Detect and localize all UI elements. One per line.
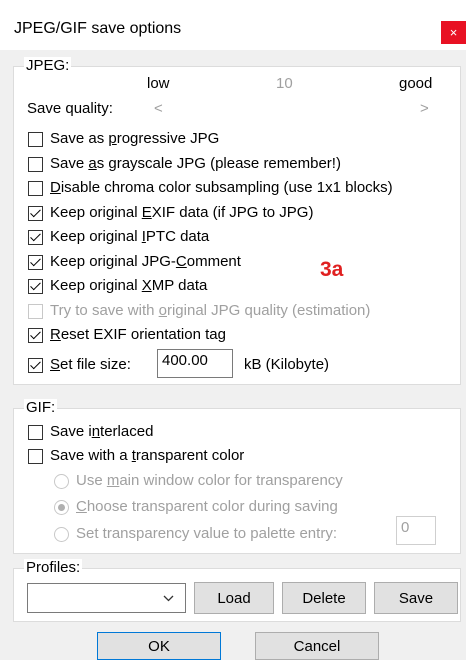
disable-chroma-checkbox[interactable]	[28, 181, 43, 196]
reset-exif-orientation-checkbox[interactable]	[28, 328, 43, 343]
jpeg-group-label: JPEG:	[24, 57, 72, 74]
quality-slider[interactable]: < >	[152, 98, 438, 120]
quality-good-label: good	[399, 75, 433, 92]
radio-choose-during-saving-label: Choose transparent color during saving	[76, 498, 338, 515]
save-interlaced-label: Save interlaced	[50, 423, 154, 440]
radio-main-window-color-label: Use main window color for transparency	[76, 472, 343, 489]
keep-comment-checkbox[interactable]	[28, 255, 43, 270]
save-transparent-checkbox[interactable]	[28, 449, 43, 464]
close-button[interactable]: ×	[441, 21, 466, 44]
chevron-down-icon	[163, 595, 174, 602]
keep-xmp-label: Keep original XMP data	[50, 277, 208, 294]
slider-right-arrow-icon[interactable]: >	[420, 100, 429, 117]
profile-select[interactable]	[27, 583, 186, 613]
profiles-group-label: Profiles:	[24, 559, 83, 576]
keep-iptc-checkbox[interactable]	[28, 230, 43, 245]
close-icon: ×	[449, 25, 458, 40]
cancel-button[interactable]: Cancel	[255, 632, 379, 660]
save-quality-label: Save quality:	[27, 100, 113, 117]
delete-profile-button[interactable]: Delete	[282, 582, 366, 614]
progressive-label: Save as progressive JPG	[50, 130, 220, 147]
keep-exif-checkbox[interactable]	[28, 206, 43, 221]
palette-entry-input[interactable]: 0	[396, 516, 436, 545]
radio-palette-entry[interactable]	[54, 527, 69, 542]
set-file-size-label: Set file size:	[50, 356, 131, 373]
set-file-size-checkbox[interactable]	[28, 358, 43, 373]
keep-iptc-label: Keep original IPTC data	[50, 228, 210, 245]
quality-value: 10	[276, 75, 293, 92]
radio-main-window-color[interactable]	[54, 474, 69, 489]
save-profile-button[interactable]: Save	[374, 582, 458, 614]
quality-low-label: low	[147, 75, 170, 92]
original-quality-checkbox[interactable]	[28, 304, 43, 319]
radio-choose-during-saving[interactable]	[54, 500, 69, 515]
title-bar: JPEG/GIF save options ×	[0, 0, 466, 50]
window-title: JPEG/GIF save options	[14, 20, 182, 37]
reset-exif-orientation-label: Reset EXIF orientation tag	[50, 326, 226, 343]
ok-button[interactable]: OK	[97, 632, 221, 660]
keep-comment-label: Keep original JPG-Comment	[50, 253, 241, 270]
keep-exif-label: Keep original EXIF data (if JPG to JPG)	[50, 204, 314, 221]
gif-group-label: GIF:	[24, 399, 58, 416]
annotation-label: 3a	[320, 258, 344, 281]
slider-left-arrow-icon[interactable]: <	[154, 100, 163, 117]
file-size-input[interactable]: 400.00	[157, 349, 233, 378]
load-profile-button[interactable]: Load	[194, 582, 274, 614]
disable-chroma-label: Disable chroma color subsampling (use 1x…	[50, 179, 393, 196]
keep-xmp-checkbox[interactable]	[28, 279, 43, 294]
save-interlaced-checkbox[interactable]	[28, 425, 43, 440]
radio-palette-entry-label: Set transparency value to palette entry:	[76, 525, 337, 542]
original-quality-label: Try to save with original JPG quality (e…	[50, 302, 371, 319]
grayscale-checkbox[interactable]	[28, 157, 43, 172]
file-size-unit: kB (Kilobyte)	[244, 356, 330, 373]
progressive-checkbox[interactable]	[28, 132, 43, 147]
grayscale-label: Save as grayscale JPG (please remember!)	[50, 155, 341, 172]
save-transparent-label: Save with a transparent color	[50, 447, 245, 464]
